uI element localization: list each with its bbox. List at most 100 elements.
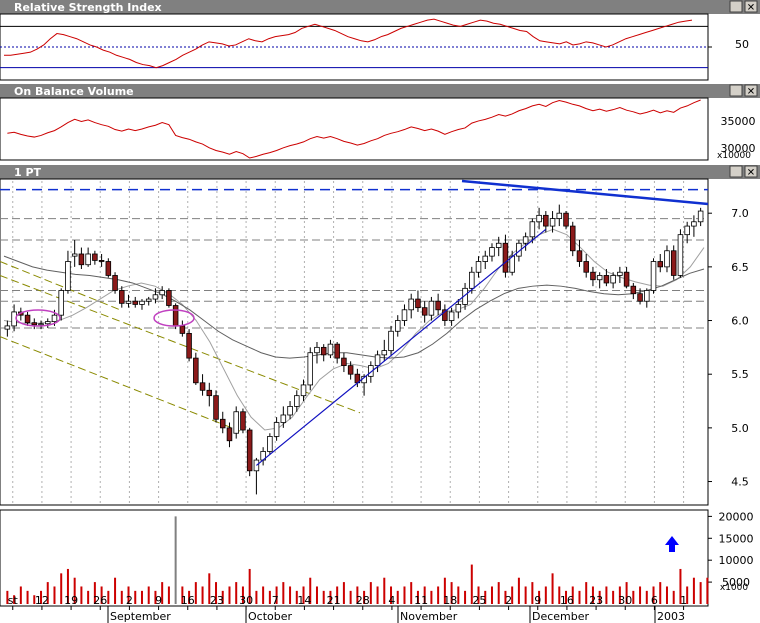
candle-body	[697, 210, 704, 223]
candle-body	[132, 300, 139, 305]
candle-body	[294, 395, 300, 407]
candle-body	[374, 354, 381, 367]
rsi-tick-50: 50	[735, 38, 749, 51]
candle-body	[199, 382, 206, 391]
candle-body	[186, 333, 192, 359]
candle-body	[24, 314, 31, 324]
candle-body	[657, 261, 664, 268]
obv-tick-35000: 35000	[721, 115, 756, 128]
candle-body	[287, 405, 293, 416]
candle-body	[502, 242, 509, 273]
x-day-label: st	[8, 594, 19, 607]
price-tick-label: 6.5	[731, 261, 749, 274]
candle-body	[172, 305, 179, 327]
candle-body	[482, 255, 489, 262]
candle-body	[448, 311, 455, 321]
price-close-icon: ✕	[747, 168, 755, 179]
volume-tick-label: 15000	[719, 532, 754, 545]
volume-y-axis: 2000015000100005000	[708, 510, 754, 589]
x-day-label: 14	[297, 594, 311, 607]
candle-body	[273, 422, 280, 437]
candle-body	[152, 294, 159, 300]
candle-body	[219, 418, 226, 429]
x-day-label: 2	[505, 594, 512, 607]
candle-body	[569, 225, 576, 252]
candle-body	[475, 261, 482, 273]
rsi-panel: Relative Strength Index ✕ 50	[0, 0, 760, 81]
candle-body	[543, 214, 549, 227]
candle-body	[320, 346, 327, 356]
rsi-close-icon: ✕	[747, 3, 755, 14]
candle-body	[381, 350, 388, 356]
price-tick-label: 6.0	[731, 315, 749, 328]
obv-scale-label: x10000	[717, 151, 751, 161]
rsi-title: Relative Strength Index	[14, 1, 162, 14]
candle-body	[590, 271, 596, 281]
price-plot-area	[0, 178, 709, 506]
candle-body	[44, 321, 51, 325]
x-day-label: 26	[93, 594, 107, 607]
x-day-label: 7	[272, 594, 279, 607]
candle-body	[630, 285, 637, 295]
candle-body	[179, 325, 186, 334]
candle-body	[388, 330, 394, 351]
candle-body	[105, 261, 112, 276]
x-month-label: December	[532, 610, 590, 623]
candle-body	[327, 343, 334, 356]
candle-body	[670, 250, 677, 276]
candle-body	[139, 300, 145, 305]
x-day-label: 19	[64, 594, 78, 607]
candle-body	[347, 365, 354, 375]
x-month-label: 2003	[657, 610, 685, 623]
candle-body	[556, 212, 563, 219]
candle-body	[691, 221, 697, 227]
candle-body	[71, 253, 78, 257]
candle-body	[421, 307, 428, 316]
rsi-restore-button[interactable]	[729, 0, 743, 13]
price-tick-label: 5.0	[731, 422, 749, 435]
candle-body	[583, 261, 589, 273]
obv-close-icon: ✕	[747, 87, 755, 98]
candle-body	[246, 429, 253, 472]
candle-body	[31, 322, 38, 326]
candle-body	[563, 212, 569, 227]
candle-body	[644, 290, 650, 302]
volume-tick-label: 20000	[719, 510, 754, 523]
x-day-label: 30	[618, 594, 632, 607]
x-month-label: October	[248, 610, 292, 623]
x-day-label: 12	[35, 594, 49, 607]
x-day-label: 11	[414, 594, 428, 607]
price-tick-label: 4.5	[731, 476, 749, 489]
obv-plot-area	[0, 97, 709, 161]
candle-body	[267, 436, 273, 452]
candle-body	[98, 260, 105, 262]
candle-body	[240, 411, 246, 431]
candle-body	[677, 234, 684, 276]
candle-body	[536, 214, 542, 223]
price-tick-label: 5.5	[731, 368, 749, 381]
price-restore-button[interactable]	[729, 165, 743, 178]
candle-body	[617, 271, 623, 276]
candle-body	[51, 314, 58, 323]
x-day-label: 30	[239, 594, 253, 607]
candle-body	[684, 225, 690, 236]
x-month-label: November	[400, 610, 458, 623]
x-day-label: 2	[126, 594, 133, 607]
obv-restore-button[interactable]	[729, 84, 743, 97]
candle-body	[637, 293, 643, 302]
volume-panel: 2000015000100005000 x1000	[0, 509, 754, 607]
candle-body	[78, 253, 85, 266]
price-tick-label: 7.0	[731, 207, 749, 220]
x-day-label: 4	[388, 594, 395, 607]
candle-body	[408, 298, 414, 311]
candle-body	[610, 275, 616, 284]
candle-body	[664, 250, 670, 268]
x-day-label: 23	[210, 594, 224, 607]
candle-body	[119, 290, 125, 304]
x-month-label: September	[110, 610, 171, 623]
candle-body	[489, 247, 495, 257]
candle-body	[4, 325, 11, 330]
volume-scale-label: x1000	[720, 583, 749, 593]
candle-body	[603, 275, 610, 284]
candle-body	[166, 290, 172, 306]
